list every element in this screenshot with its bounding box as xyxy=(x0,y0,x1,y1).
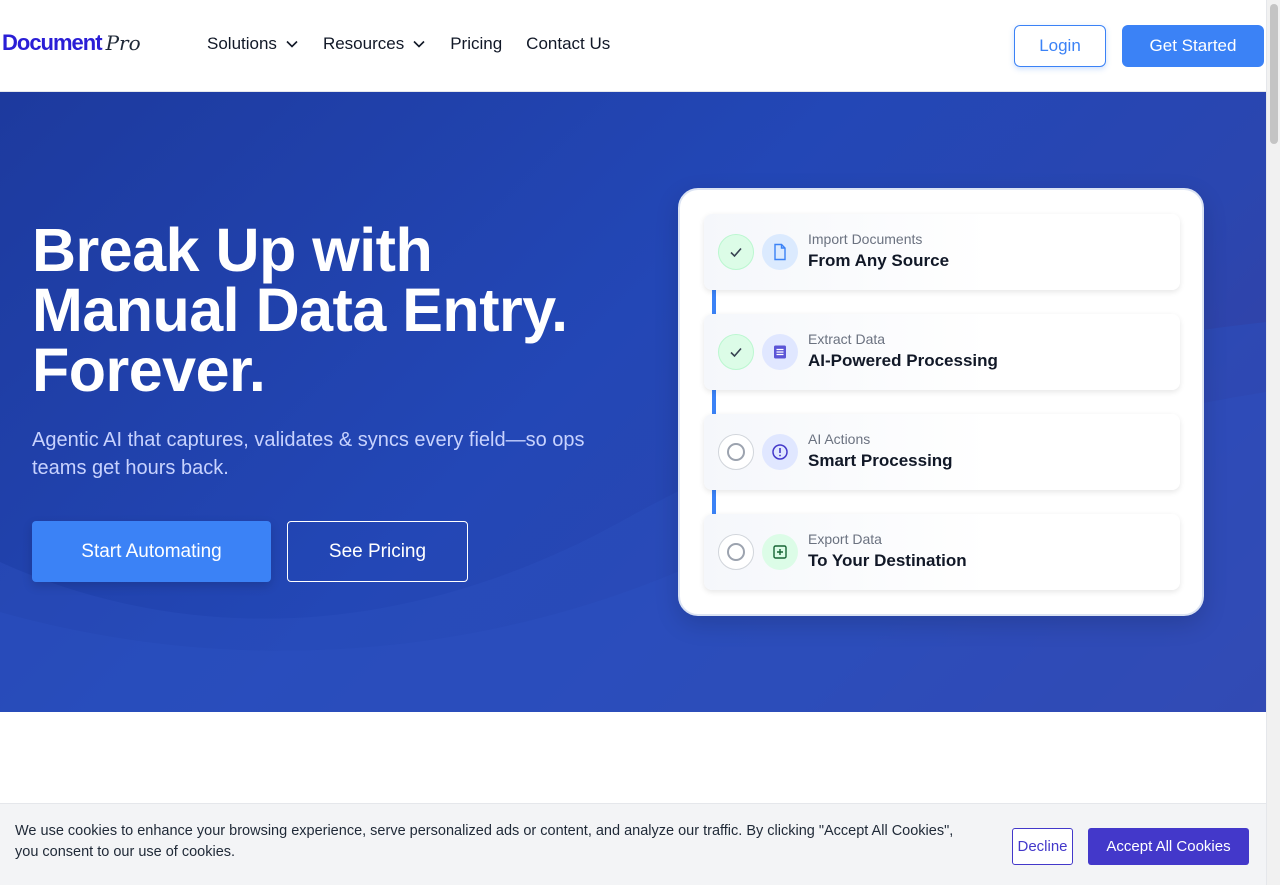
nav-solutions-label: Solutions xyxy=(207,34,277,53)
workflow-step-import: Import Documents From Any Source xyxy=(704,214,1180,290)
hero-title-line1: Break Up with xyxy=(32,216,433,284)
hero-section: Break Up with Manual Data Entry. Forever… xyxy=(0,92,1266,712)
logo[interactable]: Document Pro xyxy=(2,30,141,62)
nav-contact-label: Contact Us xyxy=(526,34,611,53)
nav-pricing[interactable]: Pricing xyxy=(450,34,502,54)
chevron-down-icon xyxy=(413,40,425,48)
check-icon xyxy=(718,234,754,270)
accept-cookies-button[interactable]: Accept All Cookies xyxy=(1088,828,1249,865)
site-header: Document Pro Solutions Resources Pricing… xyxy=(0,0,1266,92)
nav-contact[interactable]: Contact Us xyxy=(526,34,610,54)
plus-box-icon xyxy=(762,534,798,570)
hero-subtitle: Agentic AI that captures, validates & sy… xyxy=(32,429,585,479)
chevron-down-icon xyxy=(286,40,298,48)
document-icon xyxy=(762,234,798,270)
get-started-button[interactable]: Get Started xyxy=(1122,25,1264,67)
nav-pricing-label: Pricing xyxy=(450,34,503,53)
pending-circle-icon xyxy=(718,534,754,570)
start-automating-button[interactable]: Start Automating xyxy=(32,521,271,582)
step-connector xyxy=(712,390,716,414)
logo-main-text: Document xyxy=(2,30,103,55)
see-pricing-button[interactable]: See Pricing xyxy=(287,521,468,582)
check-icon xyxy=(718,334,754,370)
hero-title-line2: Manual Data Entry. xyxy=(32,276,568,344)
alert-icon xyxy=(762,434,798,470)
scrollbar-thumb[interactable] xyxy=(1270,4,1278,144)
login-button[interactable]: Login xyxy=(1014,25,1106,67)
main-nav: Solutions Resources Pricing Contact Us xyxy=(207,34,610,54)
cookie-text: We use cookies to enhance your browsing … xyxy=(15,823,954,860)
step-title: From Any Source xyxy=(808,251,950,270)
step-label: AI Actions xyxy=(808,431,871,447)
page-scrollbar[interactable] xyxy=(1266,0,1280,885)
cookie-banner: We use cookies to enhance your browsing … xyxy=(0,803,1266,885)
step-title: Smart Processing xyxy=(808,451,953,470)
decline-cookies-button[interactable]: Decline xyxy=(1012,828,1073,865)
list-icon xyxy=(762,334,798,370)
workflow-step-extract: Extract Data AI-Powered Processing xyxy=(704,314,1180,390)
step-connector xyxy=(712,490,716,514)
workflow-step-export: Export Data To Your Destination xyxy=(704,514,1180,590)
pending-circle-icon xyxy=(718,434,754,470)
step-connector xyxy=(712,290,716,314)
nav-resources-label: Resources xyxy=(322,34,405,53)
nav-resources[interactable]: Resources xyxy=(323,34,426,54)
step-title: AI-Powered Processing xyxy=(808,351,998,370)
step-label: Export Data xyxy=(808,531,882,547)
logo-pro-text: Pro xyxy=(105,31,141,55)
workflow-step-ai-actions: AI Actions Smart Processing xyxy=(704,414,1180,490)
hero-title: Break Up with Manual Data Entry. Forever… xyxy=(32,220,652,401)
workflow-card: Import Documents From Any Source Extract… xyxy=(678,188,1204,616)
hero-title-line3: Forever. xyxy=(32,336,266,404)
nav-solutions[interactable]: Solutions xyxy=(207,34,299,54)
step-label: Import Documents xyxy=(808,231,923,247)
step-title: To Your Destination xyxy=(808,551,967,570)
step-label: Extract Data xyxy=(808,331,886,347)
